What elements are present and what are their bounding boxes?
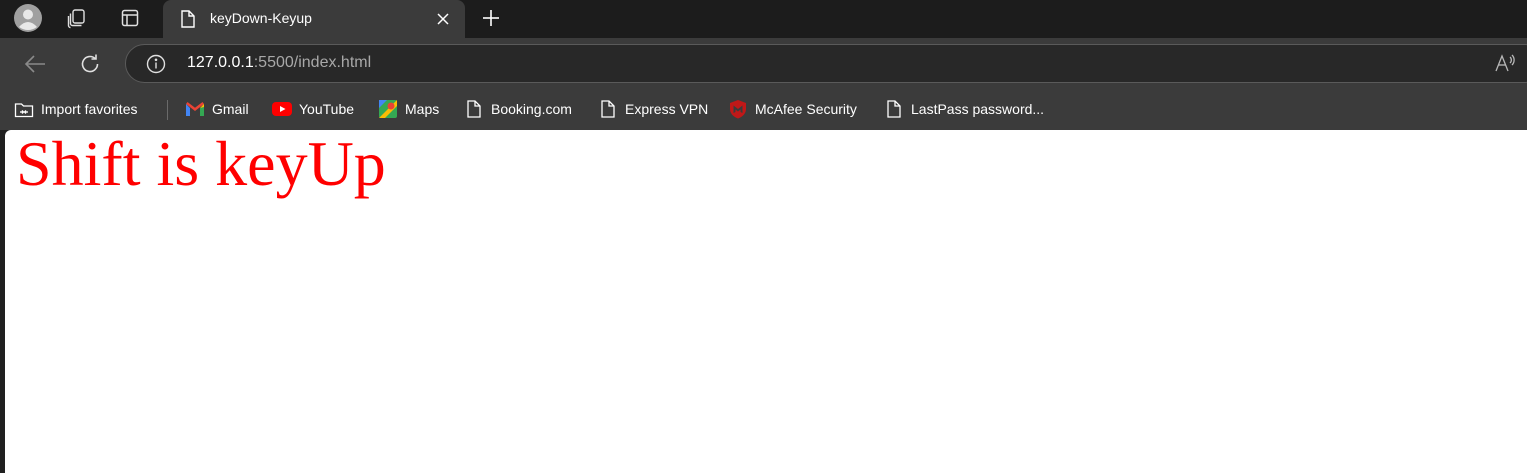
page-content: Shift is keyUp bbox=[5, 128, 1527, 473]
plus-icon bbox=[483, 10, 499, 26]
key-status-heading: Shift is keyUp bbox=[16, 128, 386, 199]
back-arrow-icon bbox=[24, 55, 45, 73]
page-icon bbox=[884, 99, 904, 119]
youtube-icon bbox=[272, 99, 292, 119]
bookmark-label: Booking.com bbox=[491, 101, 572, 117]
bookmark-separator bbox=[167, 100, 168, 120]
workspaces-icon bbox=[67, 9, 85, 29]
close-icon bbox=[437, 13, 449, 25]
avatar-icon bbox=[14, 4, 42, 32]
bookmark-import-favorites[interactable]: Import favorites bbox=[14, 98, 137, 120]
url-text[interactable]: 127.0.0.1:5500/index.html bbox=[187, 54, 371, 72]
bookmark-mcafee[interactable]: McAfee Security bbox=[728, 98, 857, 120]
new-tab-button[interactable] bbox=[476, 3, 506, 33]
import-favorites-icon bbox=[14, 99, 34, 119]
address-bar[interactable]: 127.0.0.1:5500/index.html bbox=[125, 44, 1527, 83]
favorites-bar: Import favorites Gmail YouTube Maps Book… bbox=[0, 88, 1527, 130]
site-info-icon[interactable] bbox=[146, 54, 166, 74]
page-icon bbox=[181, 10, 195, 28]
active-tab[interactable]: keyDown-Keyup bbox=[163, 0, 465, 38]
bookmark-express-vpn[interactable]: Express VPN bbox=[598, 98, 708, 120]
bookmark-label: Express VPN bbox=[625, 101, 709, 117]
navigation-toolbar: 127.0.0.1:5500/index.html bbox=[0, 38, 1527, 88]
url-host: 127.0.0.1 bbox=[187, 54, 254, 71]
bookmark-label: Gmail bbox=[212, 101, 249, 117]
tab-strip: keyDown-Keyup bbox=[0, 0, 1527, 38]
bookmark-label: Import favorites bbox=[41, 101, 138, 117]
gmail-icon bbox=[185, 99, 205, 119]
bookmark-label: McAfee Security bbox=[755, 101, 857, 117]
maps-icon bbox=[378, 99, 398, 119]
bookmark-maps[interactable]: Maps bbox=[378, 98, 439, 120]
bookmark-gmail[interactable]: Gmail bbox=[185, 98, 249, 120]
workspaces-button[interactable] bbox=[61, 3, 93, 33]
profile-avatar[interactable] bbox=[12, 3, 44, 33]
tab-actions-button[interactable] bbox=[114, 3, 146, 33]
bookmark-youtube[interactable]: YouTube bbox=[272, 98, 354, 120]
page-icon bbox=[464, 99, 484, 119]
refresh-icon bbox=[81, 54, 99, 73]
back-button[interactable] bbox=[19, 48, 51, 80]
read-aloud-icon[interactable] bbox=[1494, 53, 1516, 73]
bookmark-lastpass[interactable]: LastPass password... bbox=[884, 98, 1044, 120]
bookmark-booking[interactable]: Booking.com bbox=[464, 98, 572, 120]
refresh-button[interactable] bbox=[74, 48, 106, 80]
bookmark-label: YouTube bbox=[299, 101, 355, 117]
mcafee-icon bbox=[728, 99, 748, 119]
url-path: :5500/index.html bbox=[253, 54, 372, 71]
page-icon bbox=[598, 99, 618, 119]
tab-title: keyDown-Keyup bbox=[210, 10, 312, 26]
bookmark-label: Maps bbox=[405, 101, 440, 117]
bookmark-label: LastPass password... bbox=[911, 101, 1045, 117]
tab-actions-icon bbox=[121, 9, 139, 27]
tab-close-button[interactable] bbox=[433, 9, 453, 29]
